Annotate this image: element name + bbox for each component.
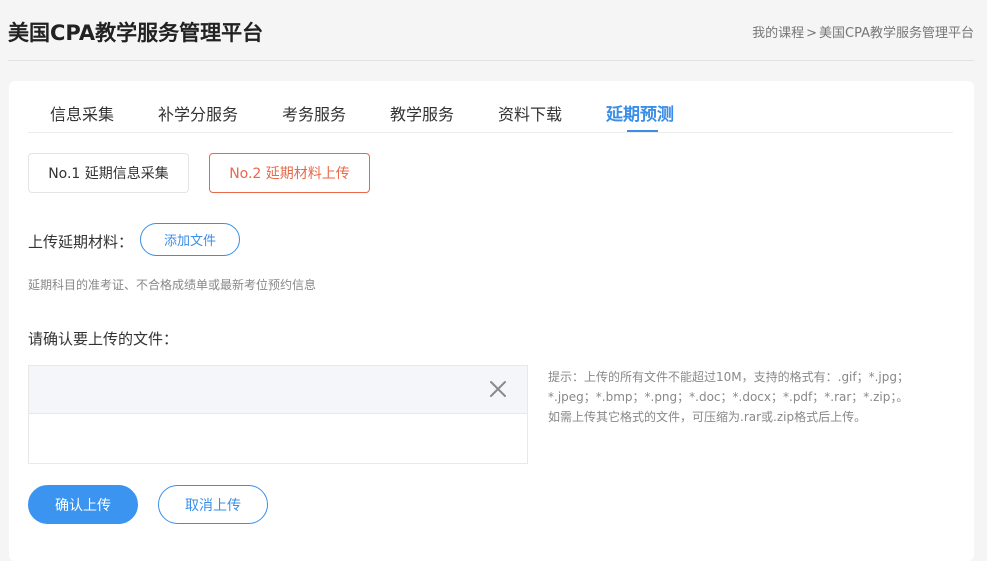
confirm-files-title: 请确认要上传的文件： (28, 330, 179, 348)
tab-downloads[interactable]: 资料下载 (498, 101, 562, 125)
tab-exam-affairs[interactable]: 考务服务 (282, 101, 346, 125)
breadcrumb-current: 美国CPA教学服务管理平台 (819, 26, 974, 41)
confirm-upload-button[interactable]: 确认上传 (28, 485, 138, 524)
close-icon[interactable] (489, 380, 507, 398)
add-file-button[interactable]: 添加文件 (140, 223, 240, 256)
upload-hint: 延期科目的准考证、不合格成绩单或最新考位预约信息 (28, 278, 317, 292)
file-list-header (29, 366, 527, 414)
breadcrumb-my-courses[interactable]: 我的课程 (752, 26, 804, 41)
tab-credit-makeup[interactable]: 补学分服务 (158, 101, 238, 125)
page-header: 美国CPA教学服务管理平台 我的课程 > 美国CPA教学服务管理平台 (8, 0, 974, 61)
file-list (28, 365, 528, 464)
upload-label: 上传延期材料： (28, 233, 134, 251)
breadcrumb: 我的课程 > 美国CPA教学服务管理平台 (752, 22, 974, 41)
active-tab-indicator (627, 130, 658, 132)
page-title: 美国CPA教学服务管理平台 (8, 21, 264, 45)
step-deferral-upload[interactable]: No.2 延期材料上传 (209, 153, 370, 193)
tab-teaching-service[interactable]: 教学服务 (390, 101, 454, 125)
tab-deferral[interactable]: 延期预测 (606, 100, 674, 125)
main-card: 信息采集 补学分服务 考务服务 教学服务 资料下载 延期预测 No.1 延期信息… (9, 81, 974, 561)
breadcrumb-separator: > (806, 26, 818, 41)
tab-bar: 信息采集 补学分服务 考务服务 教学服务 资料下载 延期预测 (28, 81, 953, 133)
cancel-upload-button[interactable]: 取消上传 (158, 485, 268, 524)
upload-tip: 提示：上传的所有文件不能超过10M，支持的格式有：.gif；*.jpg；*.jp… (548, 370, 909, 424)
step-deferral-info[interactable]: No.1 延期信息采集 (28, 153, 189, 193)
tab-info-collection[interactable]: 信息采集 (50, 101, 114, 125)
